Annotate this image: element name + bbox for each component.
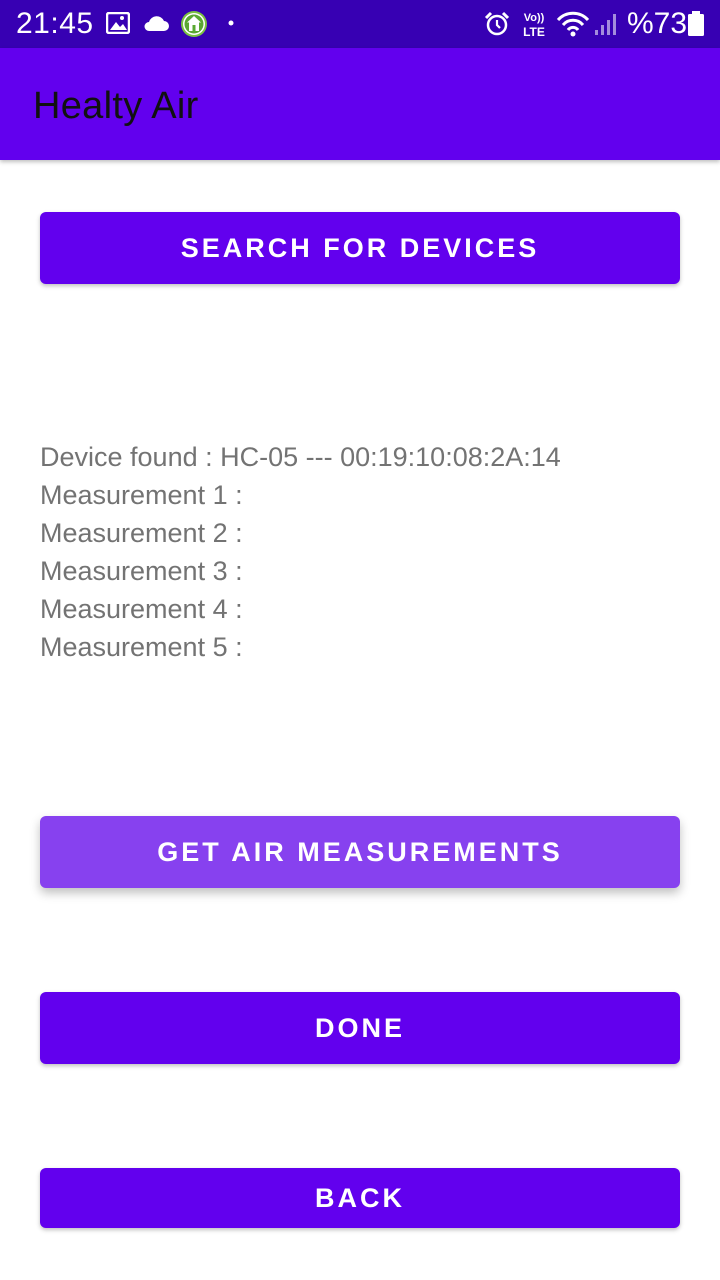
status-bar: 21:45 Vo)) LTE %73	[0, 0, 720, 48]
app-title: Healty Air	[33, 85, 199, 127]
signal-icon	[595, 14, 616, 35]
measurement-1-text: Measurement 1 :	[40, 480, 243, 510]
home-app-icon	[181, 11, 207, 37]
alarm-icon	[484, 11, 510, 36]
measurement-4-text: Measurement 4 :	[40, 594, 243, 624]
volte-icon: Vo)) LTE	[523, 12, 545, 39]
back-button[interactable]: BACK	[40, 1168, 680, 1228]
battery-percentage: %73	[627, 7, 688, 40]
done-button[interactable]: DONE	[40, 992, 680, 1064]
battery-icon	[688, 11, 704, 36]
cloud-icon	[144, 16, 169, 31]
measurement-2-text: Measurement 2 :	[40, 518, 243, 548]
measurement-3-text: Measurement 3 :	[40, 556, 243, 586]
gallery-icon	[106, 12, 130, 34]
get-air-measurements-button[interactable]: GET AIR MEASUREMENTS	[40, 816, 680, 888]
device-found-text: Device found : HC-05 --- 00:19:10:08:2A:…	[40, 442, 561, 472]
volte-top-label: Vo))	[524, 12, 545, 24]
device-info: Device found : HC-05 --- 00:19:10:08:2A:…	[40, 438, 680, 666]
app-bar: Healty Air	[0, 48, 720, 160]
status-time: 21:45	[16, 7, 94, 40]
search-devices-button[interactable]: SEARCH FOR DEVICES	[40, 212, 680, 284]
measurement-5-text: Measurement 5 :	[40, 632, 243, 662]
wifi-icon	[556, 11, 590, 37]
volte-bottom-label: LTE	[523, 25, 545, 39]
dot-icon	[228, 20, 234, 26]
